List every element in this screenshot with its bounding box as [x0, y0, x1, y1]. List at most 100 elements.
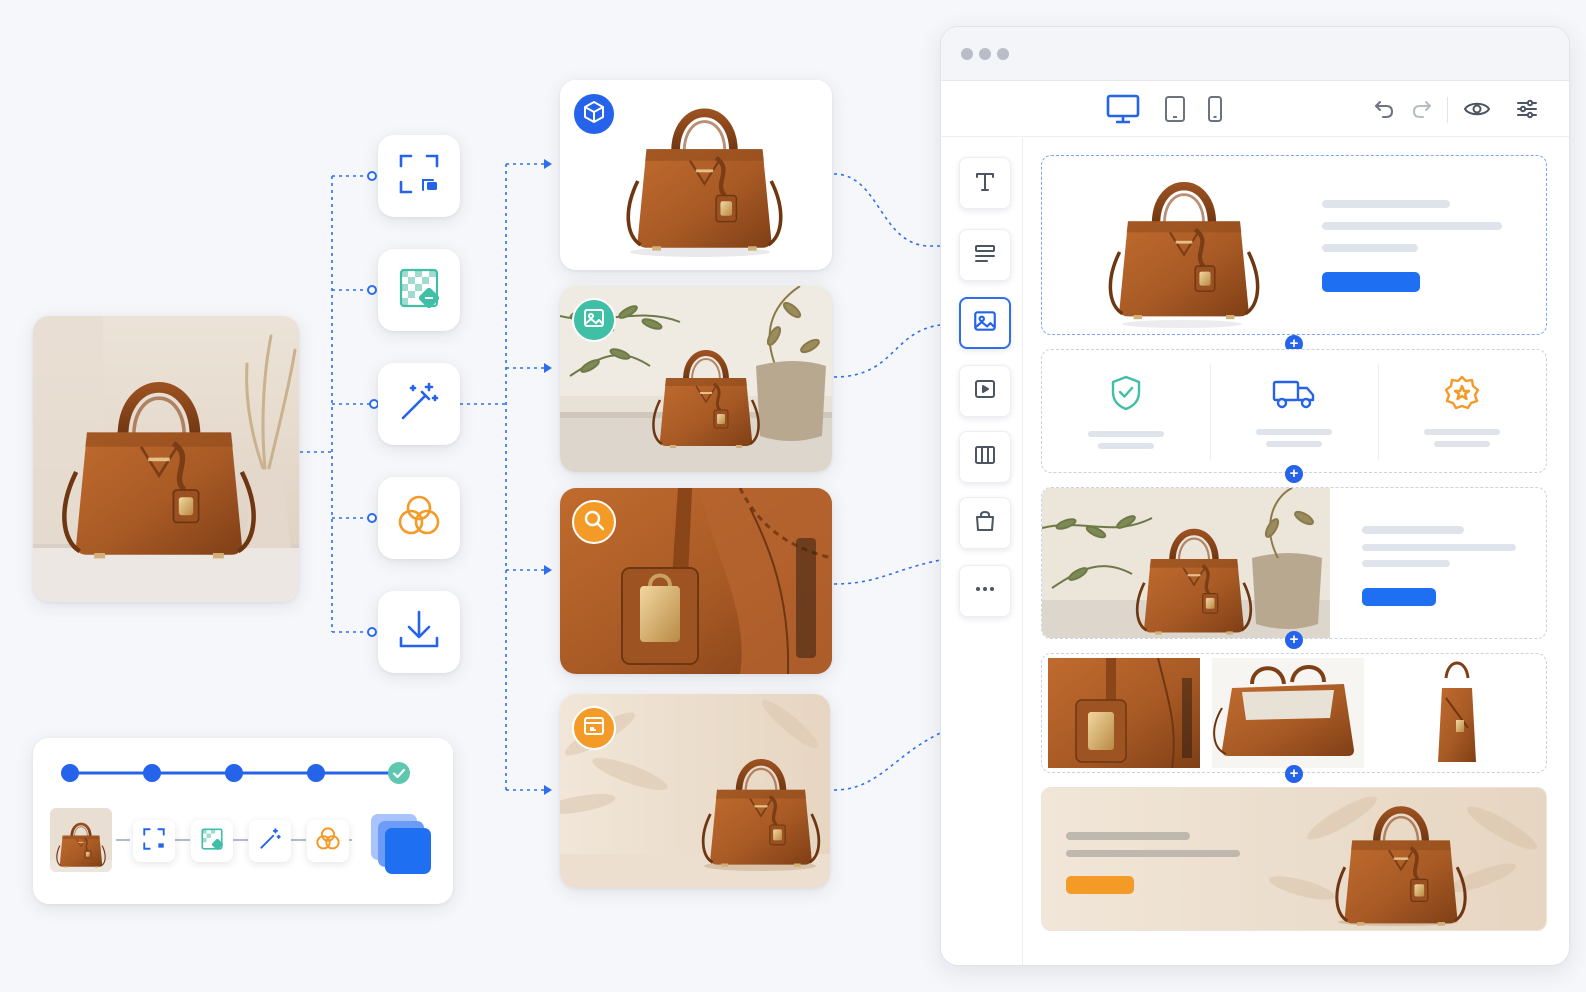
window-dot[interactable]: [997, 48, 1009, 60]
more-icon: [973, 577, 997, 606]
sidebar-tool-text[interactable]: [959, 157, 1011, 209]
redo-icon[interactable]: [1411, 98, 1433, 120]
pipeline-summary-card: [33, 738, 453, 904]
section-heading-placeholder: [1362, 526, 1464, 534]
zoom-icon-badge: [572, 500, 616, 544]
feature-item: [1210, 350, 1378, 472]
output-lifestyle-plant[interactable]: [560, 286, 832, 472]
preview-eye-icon[interactable]: [1463, 97, 1491, 121]
image-text-section[interactable]: [1041, 487, 1547, 639]
hero-text-placeholder: [1322, 222, 1502, 230]
pipeline-step-magic-enhance: [249, 820, 291, 862]
gallery-image-side[interactable]: [1376, 658, 1542, 768]
cube-icon-badge: [572, 92, 616, 136]
feature-label-placeholder: [1434, 441, 1490, 447]
output-white-background[interactable]: [560, 80, 832, 270]
output-banner-shadow[interactable]: [560, 694, 830, 888]
feature-label-placeholder: [1266, 441, 1322, 447]
page-builder-window: + + + +: [940, 26, 1570, 966]
color-blend-tool-button[interactable]: [378, 477, 460, 559]
sidebar-tool-columns[interactable]: [959, 431, 1011, 483]
zoom-icon: [582, 508, 606, 537]
undo-icon[interactable]: [1373, 98, 1395, 120]
check-circle-icon: [388, 762, 410, 789]
hero-heading-placeholder: [1322, 200, 1450, 208]
pipeline-step-crop: [133, 820, 175, 862]
sidebar-tool-more[interactable]: [959, 565, 1011, 617]
feature-label-placeholder: [1088, 431, 1164, 437]
sidebar-tool-image[interactable]: [959, 297, 1011, 349]
builder-toolbar: [941, 81, 1569, 137]
download-icon: [395, 606, 443, 659]
feature-label-placeholder: [1256, 429, 1332, 435]
video-icon: [973, 377, 997, 406]
gallery-image-interior[interactable]: [1212, 658, 1364, 768]
gallery-section[interactable]: [1041, 653, 1547, 773]
feature-label-placeholder: [1424, 429, 1500, 435]
sidebar-tool-paragraph[interactable]: [959, 229, 1011, 281]
section-text-placeholder: [1362, 560, 1450, 567]
pipeline-step-color-blend: [307, 820, 349, 862]
settings-sliders-icon[interactable]: [1515, 97, 1539, 121]
banner-section[interactable]: [1041, 787, 1547, 931]
sidebar-tool-video[interactable]: [959, 365, 1011, 417]
paragraph-icon: [973, 241, 997, 270]
color-blend-icon: [314, 825, 342, 858]
cube-icon: [582, 100, 606, 129]
section-cta-button[interactable]: [1362, 588, 1436, 606]
truck-icon: [1271, 376, 1317, 417]
crop-icon: [395, 150, 443, 203]
pipeline-stacked-outputs-icon: [371, 814, 435, 880]
crop-tool-button[interactable]: [378, 135, 460, 217]
shield-check-icon: [1108, 374, 1144, 417]
image-icon-badge: [572, 298, 616, 342]
layout-icon-badge: [572, 706, 616, 750]
feature-item: [1042, 350, 1210, 472]
hero-product-image[interactable]: [1092, 162, 1272, 330]
download-tool-button[interactable]: [378, 591, 460, 673]
sidebar-tool-shopping-bag[interactable]: [959, 497, 1011, 549]
columns-icon: [973, 443, 997, 472]
image-icon: [582, 306, 606, 335]
desktop-icon[interactable]: [1105, 93, 1141, 125]
banner-image[interactable]: [1042, 788, 1546, 930]
toolbar-divider: [1447, 97, 1448, 123]
banner-cta-button[interactable]: [1066, 876, 1134, 894]
window-dot[interactable]: [961, 48, 973, 60]
magic-enhance-tool-button[interactable]: [378, 363, 460, 445]
builder-sidebar: [941, 137, 1023, 965]
remove-background-tool-button[interactable]: [378, 249, 460, 331]
banner-heading-placeholder: [1066, 832, 1190, 840]
tablet-icon[interactable]: [1163, 95, 1187, 123]
add-section-button[interactable]: +: [1285, 631, 1303, 649]
gallery-image-detail[interactable]: [1048, 658, 1200, 768]
output-detail-zoom[interactable]: [560, 488, 832, 674]
magic-wand-icon: [395, 378, 443, 431]
feature-item: [1378, 350, 1546, 472]
feature-label-placeholder: [1098, 443, 1154, 449]
hero-section[interactable]: [1041, 155, 1547, 335]
color-blend-icon: [394, 491, 444, 546]
add-section-button[interactable]: +: [1285, 465, 1303, 483]
add-section-button[interactable]: +: [1285, 765, 1303, 783]
window-dot[interactable]: [979, 48, 991, 60]
banner-text-placeholder: [1066, 850, 1240, 857]
lifestyle-section-image[interactable]: [1042, 488, 1330, 638]
magic-wand-icon: [257, 826, 283, 857]
remove-background-icon: [395, 264, 443, 317]
section-text-placeholder: [1362, 544, 1516, 551]
window-titlebar: [941, 27, 1569, 81]
hero-cta-button[interactable]: [1322, 272, 1420, 292]
hero-text-placeholder: [1322, 244, 1418, 252]
crop-icon: [141, 826, 167, 857]
badge-star-icon: [1443, 374, 1481, 417]
shopping-bag-icon: [973, 509, 997, 538]
image-icon: [972, 308, 998, 339]
pipeline-source-thumbnail: [50, 808, 112, 872]
mobile-icon[interactable]: [1205, 95, 1225, 123]
pipeline-step-remove-background: [191, 820, 233, 862]
features-section[interactable]: [1041, 349, 1547, 473]
layout-icon: [582, 714, 606, 743]
text-icon: [973, 169, 997, 198]
remove-background-icon: [199, 826, 225, 857]
